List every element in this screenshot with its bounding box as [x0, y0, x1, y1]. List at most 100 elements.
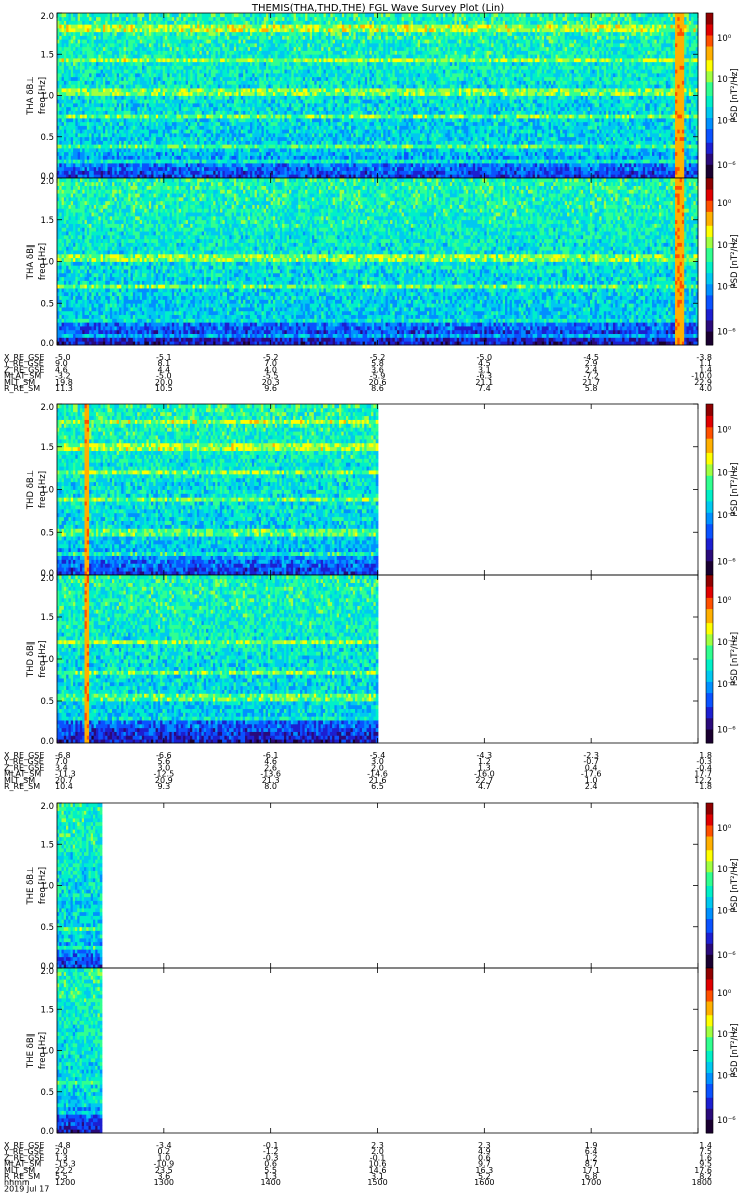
spectrogram-cell	[66, 47, 69, 51]
spectrogram-cell	[119, 32, 122, 36]
spectrogram-cell	[73, 88, 76, 92]
spectrogram-cell	[62, 62, 65, 66]
spectrogram-cell	[131, 144, 134, 148]
spectrogram-cell	[165, 99, 168, 103]
spectrogram-cell	[165, 118, 168, 122]
spectrogram-cell	[75, 28, 78, 32]
spectrogram-cell	[64, 32, 67, 36]
spectrogram-cell	[85, 114, 88, 118]
spectrogram-cell	[135, 137, 138, 141]
spectrogram-cell	[119, 126, 122, 130]
spectrogram-cell	[57, 58, 60, 62]
spectrogram-cell	[85, 144, 88, 148]
spectrogram-cell	[181, 141, 184, 145]
spectrogram-cell	[172, 148, 175, 152]
spectrogram-cell	[149, 54, 152, 58]
spectrogram-cell	[103, 129, 106, 133]
spectrogram-cell	[66, 114, 69, 118]
spectrogram-cell	[193, 13, 196, 17]
spectrogram-cell	[82, 144, 85, 148]
spectrogram-cell	[126, 107, 129, 111]
spectrogram-cell	[75, 114, 78, 118]
spectrogram-cell	[186, 159, 189, 163]
spectrogram-cell	[126, 21, 129, 25]
spectrogram-cell	[195, 126, 198, 130]
spectrogram-cell	[128, 17, 131, 21]
spectrogram-cell	[91, 126, 94, 130]
spectrogram-cell	[117, 69, 120, 73]
spectrogram-cell	[149, 99, 152, 103]
spectrogram-cell	[199, 13, 202, 17]
spectrogram-cell	[183, 54, 186, 58]
spectrogram-cell	[137, 159, 140, 163]
spectrogram-cell	[137, 107, 140, 111]
spectrogram-cell	[156, 32, 159, 36]
spectrogram-cell	[156, 54, 159, 58]
spectrogram-cell	[85, 126, 88, 130]
spectrogram-cell	[137, 81, 140, 85]
spectrogram-cell	[167, 99, 170, 103]
spectrogram-cell	[126, 51, 129, 55]
spectrogram-cell	[147, 81, 150, 85]
spectrogram-cell	[108, 43, 111, 47]
spectrogram-cell	[195, 17, 198, 21]
spectrogram-cell	[119, 58, 122, 62]
spectrogram-cell	[202, 156, 205, 160]
spectrogram-cell	[108, 137, 111, 141]
spectrogram-cell	[66, 43, 69, 47]
spectrogram-cell	[204, 156, 207, 160]
spectrogram-cell	[75, 24, 78, 28]
spectrogram-cell	[149, 84, 152, 88]
spectrogram-cell	[80, 58, 83, 62]
spectrogram-cell	[71, 28, 74, 32]
spectrogram-cell	[73, 96, 76, 100]
spectrogram-cell	[128, 92, 131, 96]
spectrogram-cell	[117, 156, 120, 160]
spectrogram-cell	[167, 81, 170, 85]
spectrogram-cell	[190, 118, 193, 122]
spectrogram-cell	[135, 13, 138, 17]
spectrogram-cell	[153, 66, 156, 70]
spectrogram-cell	[62, 148, 65, 152]
spectrogram-cell	[186, 99, 189, 103]
spectrogram-cell	[131, 81, 134, 85]
spectrogram-cell	[153, 148, 156, 152]
spectrogram-cell	[190, 84, 193, 88]
spectrogram-cell	[156, 159, 159, 163]
spectrogram-cell	[80, 69, 83, 73]
spectrogram-cell	[57, 21, 60, 25]
spectrogram-cell	[62, 24, 65, 28]
spectrogram-cell	[147, 129, 150, 133]
spectrogram-cell	[144, 171, 147, 175]
spectrogram-cell	[193, 148, 196, 152]
spectrogram-cell	[94, 28, 97, 32]
spectrogram-cell	[57, 114, 60, 118]
spectrogram-cell	[153, 152, 156, 156]
spectrogram-cell	[112, 122, 115, 126]
spectrogram-cell	[64, 43, 67, 47]
spectrogram-cell	[156, 73, 159, 77]
spectrogram-cell	[147, 163, 150, 167]
spectrogram-cell	[149, 133, 152, 137]
spectrogram-cell	[98, 156, 101, 160]
spectrogram-cell	[73, 47, 76, 51]
spectrogram-cell	[147, 111, 150, 115]
spectrogram-cell	[66, 129, 69, 133]
spectrogram-cell	[110, 111, 113, 115]
spectrogram-cell	[75, 118, 78, 122]
spectrogram-cell	[62, 77, 65, 81]
spectrogram-cell	[94, 163, 97, 167]
spectrogram-cell	[195, 32, 198, 36]
spectrogram-cell	[71, 144, 74, 148]
spectrogram-cell	[75, 144, 78, 148]
spectrogram-cell	[98, 62, 101, 66]
spectrogram-cell	[163, 167, 166, 171]
spectrogram-cell	[153, 84, 156, 88]
spectrogram-cell	[89, 17, 92, 21]
spectrogram-cell	[112, 133, 115, 137]
spectrogram-cell	[98, 99, 101, 103]
spectrogram-cell	[167, 36, 170, 40]
spectrogram-cell	[94, 36, 97, 40]
spectrogram-cell	[190, 107, 193, 111]
spectrogram-cell	[174, 133, 177, 137]
